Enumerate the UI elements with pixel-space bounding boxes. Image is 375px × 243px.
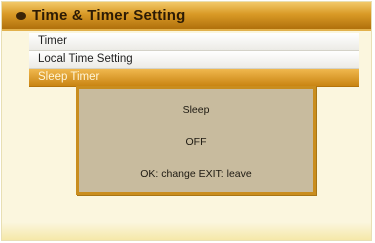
tv-menu-screen: Time & Timer Setting Timer Local Time Se… bbox=[1, 1, 372, 241]
menu-item-local-time-setting[interactable]: Local Time Setting bbox=[29, 51, 359, 69]
sleep-value[interactable]: OFF bbox=[79, 136, 313, 148]
dialog-hint: OK: change EXIT: leave bbox=[140, 168, 252, 180]
footer-bar bbox=[2, 222, 371, 240]
settings-menu: Timer Local Time Setting Sleep Timer bbox=[29, 33, 359, 87]
sleep-timer-dialog: Sleep OFF OK: change EXIT: leave bbox=[76, 86, 316, 195]
menu-bullet-icon bbox=[16, 12, 26, 20]
sleep-label: Sleep bbox=[182, 104, 210, 116]
menu-item-timer[interactable]: Timer bbox=[29, 33, 359, 51]
menu-header: Time & Timer Setting bbox=[2, 2, 371, 31]
menu-title: Time & Timer Setting bbox=[32, 7, 186, 24]
menu-item-sleep-timer[interactable]: Sleep Timer bbox=[29, 69, 359, 87]
